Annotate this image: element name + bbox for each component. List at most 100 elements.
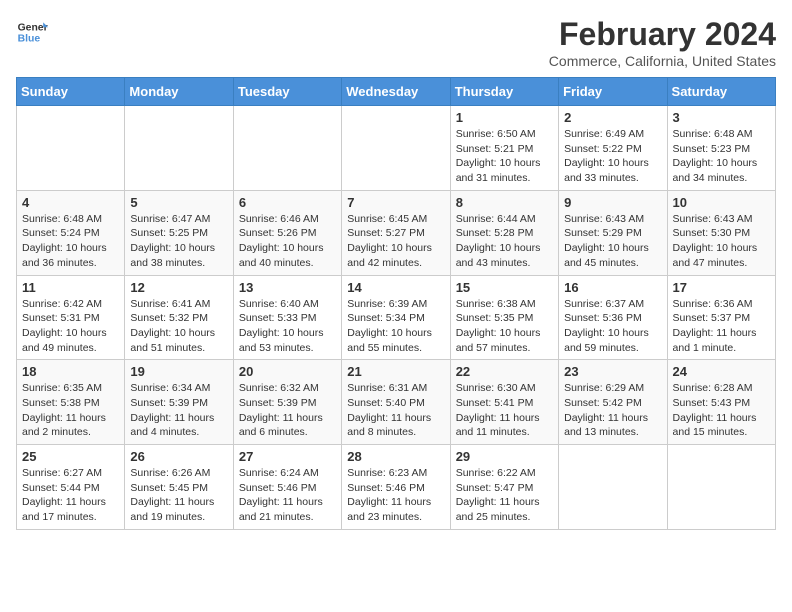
main-title: February 2024 — [549, 16, 776, 53]
day-number: 16 — [564, 280, 661, 295]
logo: General Blue — [16, 16, 48, 48]
day-header-wednesday: Wednesday — [342, 78, 450, 106]
calendar-cell: 15 Sunrise: 6:38 AM Sunset: 5:35 PM Dayli… — [450, 275, 558, 360]
day-info: Sunrise: 6:41 AM Sunset: 5:32 PM Dayligh… — [130, 297, 227, 356]
day-number: 14 — [347, 280, 444, 295]
day-number: 29 — [456, 449, 553, 464]
calendar-cell: 12 Sunrise: 6:41 AM Sunset: 5:32 PM Dayli… — [125, 275, 233, 360]
day-number: 21 — [347, 364, 444, 379]
day-number: 27 — [239, 449, 336, 464]
day-number: 10 — [673, 195, 770, 210]
calendar-cell: 20 Sunrise: 6:32 AM Sunset: 5:39 PM Dayli… — [233, 360, 341, 445]
day-info: Sunrise: 6:30 AM Sunset: 5:41 PM Dayligh… — [456, 381, 553, 440]
day-info: Sunrise: 6:24 AM Sunset: 5:46 PM Dayligh… — [239, 466, 336, 525]
day-number: 2 — [564, 110, 661, 125]
day-info: Sunrise: 6:50 AM Sunset: 5:21 PM Dayligh… — [456, 127, 553, 186]
week-row-0: 1 Sunrise: 6:50 AM Sunset: 5:21 PM Daylig… — [17, 106, 776, 191]
day-number: 6 — [239, 195, 336, 210]
day-number: 13 — [239, 280, 336, 295]
calendar-cell: 24Sunrise: 6:28 AM Sunset: 5:43 PM Dayli… — [667, 360, 775, 445]
week-row-4: 25Sunrise: 6:27 AM Sunset: 5:44 PM Dayli… — [17, 445, 776, 530]
calendar-cell: 4 Sunrise: 6:48 AM Sunset: 5:24 PM Daylig… — [17, 190, 125, 275]
day-number: 12 — [130, 280, 227, 295]
calendar-cell: 13 Sunrise: 6:40 AM Sunset: 5:33 PM Dayli… — [233, 275, 341, 360]
header: General Blue February 2024 Commerce, Cal… — [16, 16, 776, 69]
calendar-cell — [233, 106, 341, 191]
day-info: Sunrise: 6:32 AM Sunset: 5:39 PM Dayligh… — [239, 381, 336, 440]
day-info: Sunrise: 6:29 AM Sunset: 5:42 PM Dayligh… — [564, 381, 661, 440]
calendar-cell — [559, 445, 667, 530]
day-header-saturday: Saturday — [667, 78, 775, 106]
calendar-cell: 14 Sunrise: 6:39 AM Sunset: 5:34 PM Dayli… — [342, 275, 450, 360]
day-info: Sunrise: 6:36 AM Sunset: 5:37 PM Dayligh… — [673, 297, 770, 356]
day-number: 8 — [456, 195, 553, 210]
calendar-cell: 5Sunrise: 6:47 AM Sunset: 5:25 PM Daylig… — [125, 190, 233, 275]
calendar-cell: 1 Sunrise: 6:50 AM Sunset: 5:21 PM Daylig… — [450, 106, 558, 191]
day-number: 15 — [456, 280, 553, 295]
calendar-cell — [17, 106, 125, 191]
day-info: Sunrise: 6:26 AM Sunset: 5:45 PM Dayligh… — [130, 466, 227, 525]
calendar-cell: 21Sunrise: 6:31 AM Sunset: 5:40 PM Dayli… — [342, 360, 450, 445]
calendar-cell: 18 Sunrise: 6:35 AM Sunset: 5:38 PM Dayli… — [17, 360, 125, 445]
day-info: Sunrise: 6:22 AM Sunset: 5:47 PM Dayligh… — [456, 466, 553, 525]
day-info: Sunrise: 6:45 AM Sunset: 5:27 PM Dayligh… — [347, 212, 444, 271]
logo-icon: General Blue — [16, 16, 48, 48]
subtitle: Commerce, California, United States — [549, 53, 776, 69]
calendar-cell: 16 Sunrise: 6:37 AM Sunset: 5:36 PM Dayli… — [559, 275, 667, 360]
week-row-2: 11 Sunrise: 6:42 AM Sunset: 5:31 PM Dayli… — [17, 275, 776, 360]
day-info: Sunrise: 6:23 AM Sunset: 5:46 PM Dayligh… — [347, 466, 444, 525]
day-number: 18 — [22, 364, 119, 379]
day-number: 26 — [130, 449, 227, 464]
day-info: Sunrise: 6:49 AM Sunset: 5:22 PM Dayligh… — [564, 127, 661, 186]
day-number: 5 — [130, 195, 227, 210]
day-number: 11 — [22, 280, 119, 295]
day-info: Sunrise: 6:44 AM Sunset: 5:28 PM Dayligh… — [456, 212, 553, 271]
day-number: 7 — [347, 195, 444, 210]
day-info: Sunrise: 6:42 AM Sunset: 5:31 PM Dayligh… — [22, 297, 119, 356]
calendar-cell: 29 Sunrise: 6:22 AM Sunset: 5:47 PM Dayli… — [450, 445, 558, 530]
calendar-cell: 11 Sunrise: 6:42 AM Sunset: 5:31 PM Dayli… — [17, 275, 125, 360]
day-header-friday: Friday — [559, 78, 667, 106]
calendar-cell — [125, 106, 233, 191]
calendar-cell: 9 Sunrise: 6:43 AM Sunset: 5:29 PM Daylig… — [559, 190, 667, 275]
day-info: Sunrise: 6:35 AM Sunset: 5:38 PM Dayligh… — [22, 381, 119, 440]
calendar-cell: 7 Sunrise: 6:45 AM Sunset: 5:27 PM Daylig… — [342, 190, 450, 275]
day-number: 1 — [456, 110, 553, 125]
calendar-cell: 23 Sunrise: 6:29 AM Sunset: 5:42 PM Dayli… — [559, 360, 667, 445]
day-header-thursday: Thursday — [450, 78, 558, 106]
day-info: Sunrise: 6:48 AM Sunset: 5:24 PM Dayligh… — [22, 212, 119, 271]
day-info: Sunrise: 6:43 AM Sunset: 5:29 PM Dayligh… — [564, 212, 661, 271]
calendar-cell: 3Sunrise: 6:48 AM Sunset: 5:23 PM Daylig… — [667, 106, 775, 191]
calendar-cell: 17 Sunrise: 6:36 AM Sunset: 5:37 PM Dayli… — [667, 275, 775, 360]
day-number: 19 — [130, 364, 227, 379]
day-number: 23 — [564, 364, 661, 379]
day-number: 9 — [564, 195, 661, 210]
title-area: February 2024 Commerce, California, Unit… — [549, 16, 776, 69]
day-info: Sunrise: 6:40 AM Sunset: 5:33 PM Dayligh… — [239, 297, 336, 356]
day-number: 24 — [673, 364, 770, 379]
day-number: 28 — [347, 449, 444, 464]
day-info: Sunrise: 6:43 AM Sunset: 5:30 PM Dayligh… — [673, 212, 770, 271]
day-number: 25 — [22, 449, 119, 464]
calendar-cell: 2 Sunrise: 6:49 AM Sunset: 5:22 PM Daylig… — [559, 106, 667, 191]
calendar-body: 1 Sunrise: 6:50 AM Sunset: 5:21 PM Daylig… — [17, 106, 776, 530]
calendar-cell: 27 Sunrise: 6:24 AM Sunset: 5:46 PM Dayli… — [233, 445, 341, 530]
day-info: Sunrise: 6:37 AM Sunset: 5:36 PM Dayligh… — [564, 297, 661, 356]
calendar-cell: 25Sunrise: 6:27 AM Sunset: 5:44 PM Dayli… — [17, 445, 125, 530]
calendar-cell: 10 Sunrise: 6:43 AM Sunset: 5:30 PM Dayli… — [667, 190, 775, 275]
calendar-cell: 19Sunrise: 6:34 AM Sunset: 5:39 PM Dayli… — [125, 360, 233, 445]
calendar-cell: 8 Sunrise: 6:44 AM Sunset: 5:28 PM Daylig… — [450, 190, 558, 275]
svg-text:Blue: Blue — [18, 34, 41, 45]
day-number: 4 — [22, 195, 119, 210]
week-row-3: 18 Sunrise: 6:35 AM Sunset: 5:38 PM Dayli… — [17, 360, 776, 445]
calendar-cell — [667, 445, 775, 530]
day-info: Sunrise: 6:39 AM Sunset: 5:34 PM Dayligh… — [347, 297, 444, 356]
calendar-header-row: SundayMondayTuesdayWednesdayThursdayFrid… — [17, 78, 776, 106]
day-info: Sunrise: 6:38 AM Sunset: 5:35 PM Dayligh… — [456, 297, 553, 356]
calendar-cell: 28 Sunrise: 6:23 AM Sunset: 5:46 PM Dayli… — [342, 445, 450, 530]
calendar-cell: 6Sunrise: 6:46 AM Sunset: 5:26 PM Daylig… — [233, 190, 341, 275]
day-number: 20 — [239, 364, 336, 379]
day-header-tuesday: Tuesday — [233, 78, 341, 106]
day-header-monday: Monday — [125, 78, 233, 106]
day-number: 17 — [673, 280, 770, 295]
